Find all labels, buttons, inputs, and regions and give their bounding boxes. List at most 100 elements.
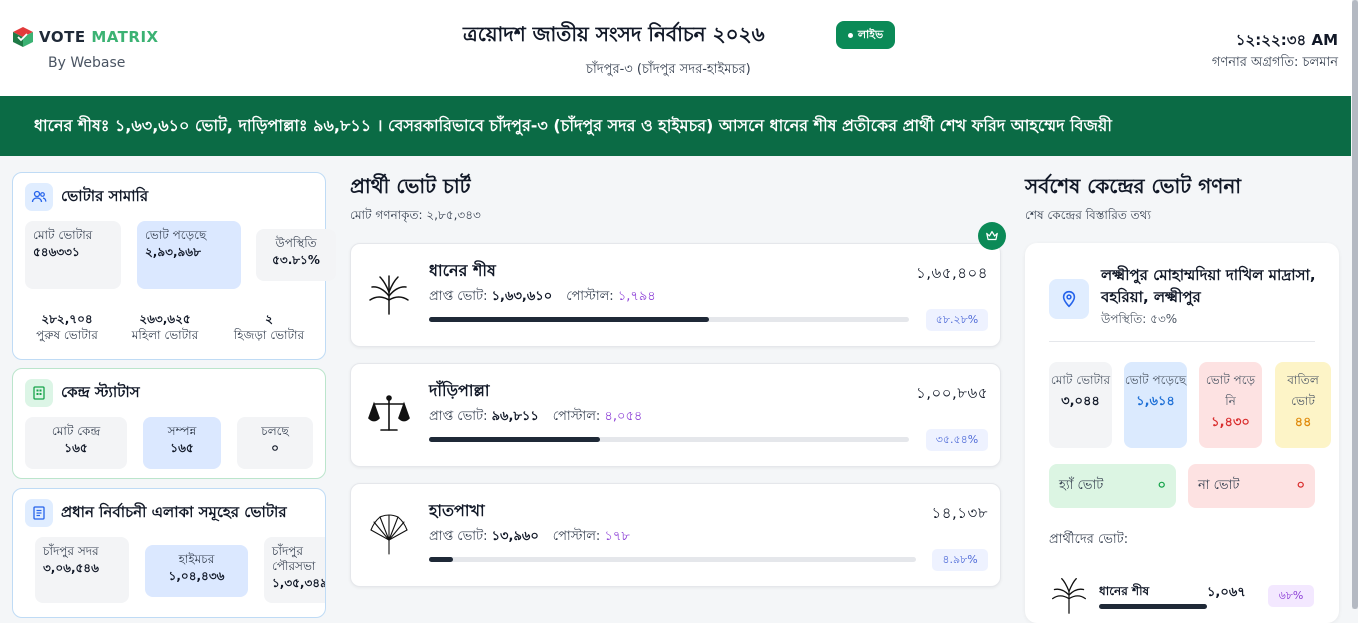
center-status-title: কেন্দ্র স্ট্যাটাস bbox=[61, 382, 140, 401]
banner-text: ধানের শীষঃ ১,৬৩,৬১০ ভোট, দাড়িপাল্লাঃ ৯৬… bbox=[34, 115, 1112, 135]
latest-center-subtitle: শেষ কেন্দ্রের বিস্তারিত তথ্য bbox=[1025, 208, 1151, 222]
postal-label: পোস্টাল: bbox=[552, 529, 601, 544]
voter-summary-title: ভোটার সামারি bbox=[61, 186, 149, 205]
candidate-total-votes: ১৪,১৩৮ bbox=[931, 504, 988, 522]
completed-centers-tile: সম্পন্ন ১৬৫ bbox=[143, 417, 221, 469]
center-not-cast-tile: ভোট পড়ে নি ১,৪৩০ bbox=[1199, 362, 1262, 448]
page-scrollbar[interactable] bbox=[1352, 0, 1358, 609]
vote-share-bar-fill bbox=[429, 317, 709, 322]
area-voters-title: প্রধান নির্বাচনী এলাকা সমূহের ভোটার bbox=[61, 502, 287, 521]
no-vote-box: না ভোট ০ bbox=[1188, 464, 1315, 508]
area-tile-haimchar: হাইমচর ১,০৪,৪৩৬ bbox=[145, 545, 248, 597]
received-label: প্রাপ্ত ভোট: bbox=[429, 529, 488, 544]
center-status-header: কেন্দ্র স্ট্যাটাস bbox=[25, 379, 140, 407]
center-attendance: উপস্থিতি: ৫৩% bbox=[1101, 312, 1178, 326]
logo-matrix-text: MATRIX bbox=[91, 28, 159, 46]
area-value: ৩,০৬,৫৪৬ bbox=[43, 561, 99, 575]
candidate-name: হাতপাখা bbox=[429, 501, 485, 520]
scrollbar-thumb[interactable] bbox=[1352, 0, 1358, 609]
divider bbox=[1049, 341, 1315, 342]
voter-summary-card: ভোটার সামারি মোট ভোটার ৫৪৬৩৩১ ভোট পড়েছে… bbox=[12, 172, 336, 360]
center-status-card: কেন্দ্র স্ট্যাটাস মোট কেন্দ্র ১৬৫ সম্পন্… bbox=[12, 368, 326, 479]
top-header: VOTE MATRIX By Webase ত্রয়োদশ জাতীয় সং… bbox=[0, 0, 1358, 96]
turnout-value: ৫৩.৮১% bbox=[272, 253, 320, 267]
area-tile-chandpur-pourashava: চাঁদপুর পৌরসভা ১,৩৫,৩৪৯ bbox=[264, 537, 325, 603]
total-centers-tile: মোট কেন্দ্র ১৬৫ bbox=[25, 417, 127, 469]
postal-votes: ১৭৮ bbox=[604, 529, 630, 544]
logo-text: VOTE MATRIX bbox=[39, 28, 159, 46]
result-ticker-banner: ধানের শীষঃ ১,৬৩,৬১০ ভোট, দাড়িপাল্লাঃ ৯৬… bbox=[0, 96, 1351, 156]
postal-votes: ৪,০৫৪ bbox=[604, 409, 643, 424]
candidate-card[interactable]: দাঁড়িপাল্লা ১,০০,৮৬৫ প্রাপ্ত ভোট: ৯৬,৮১১ প… bbox=[350, 363, 1001, 467]
received-label: প্রাপ্ত ভোট: bbox=[429, 289, 488, 304]
latest-candidate-bar bbox=[1099, 604, 1207, 609]
live-dot-icon bbox=[847, 32, 853, 38]
postal-votes: ১,৭৯৪ bbox=[617, 289, 656, 304]
completed-centers-value: ১৬৫ bbox=[170, 441, 194, 455]
received-votes: ১,৬৩,৬১০ bbox=[491, 289, 553, 304]
center-total-voters-tile: মোট ভোটার ৩,০৪৪ bbox=[1049, 362, 1112, 448]
candidate-vote-breakdown: প্রাপ্ত ভোট: ৯৬,৮১১ পোস্টাল: ৪,০৫৪ bbox=[429, 407, 642, 428]
hand-fan-icon bbox=[370, 514, 408, 555]
total-counted: মোট গণনাকৃত: ২,৮৫,৩৪৩ bbox=[350, 208, 481, 222]
vote-share-bar-fill bbox=[429, 437, 600, 442]
candidate-name: দাঁড়িপাল্লা bbox=[429, 381, 490, 400]
counting-progress: গণনার অগ্রগতি: চলমান bbox=[1211, 55, 1338, 70]
location-pin-icon bbox=[1049, 279, 1089, 319]
votes-cast-tile: ভোট পড়েছে ২,৯৩,৯৬৮ bbox=[137, 221, 241, 289]
logo[interactable]: VOTE MATRIX bbox=[12, 26, 159, 48]
yes-vote-label: হ্যাঁ ভোট bbox=[1059, 477, 1104, 493]
area-voters-card: প্রধান নির্বাচনী এলাকা সমূহের ভোটার চাঁদ… bbox=[12, 488, 326, 618]
vote-share-bar-track bbox=[429, 437, 909, 442]
ongoing-centers-value: ০ bbox=[271, 441, 279, 455]
candidate-total-votes: ১,০০,৮৬৫ bbox=[916, 384, 988, 402]
live-label: লাইভ bbox=[857, 27, 884, 41]
yes-vote-box: হ্যাঁ ভোট ০ bbox=[1049, 464, 1176, 508]
latest-candidate-pct: ৬৮% bbox=[1268, 585, 1314, 607]
logo-subtitle: By Webase bbox=[48, 55, 126, 71]
latest-center-card: লক্ষ্মীপুর মোহাম্মদিয়া দাখিল মাদ্রাসা, … bbox=[1025, 243, 1339, 623]
female-voters-stat: ২৬৩,৬২৫ মহিলা ভোটার bbox=[125, 311, 205, 343]
center-name: লক্ষ্মীপুর মোহাম্মদিয়া দাখিল মাদ্রাসা, … bbox=[1101, 266, 1316, 306]
votes-cast-label: ভোট পড়েছে bbox=[145, 228, 207, 242]
hijra-voters-value: ২ bbox=[265, 312, 273, 326]
hijra-voters-stat: ২ হিজড়া ভোটার bbox=[227, 311, 311, 343]
paddy-sheaf-icon bbox=[369, 275, 409, 315]
vote-share-pct: ৪.৯৮% bbox=[932, 549, 988, 571]
candidate-name: ধানের শীষ bbox=[429, 261, 496, 280]
candidate-card[interactable]: ধানের শীষ ১,৬৫,৪০৪ প্রাপ্ত ভোট: ১,৬৩,৬১০ পো… bbox=[350, 243, 1001, 347]
document-list-icon bbox=[25, 499, 53, 527]
candidate-card[interactable]: হাতপাখা ১৪,১৩৮ প্রাপ্ত ভোট: ১৩,৯৬০ পোস্টাল:… bbox=[350, 483, 1001, 587]
area-tile-chandpur-sadar: চাঁদপুর সদর ৩,০৬,৫৪৬ bbox=[35, 537, 129, 603]
hijra-voters-label: হিজড়া ভোটার bbox=[233, 328, 305, 343]
center-votes-cast-tile: ভোট পড়েছে ১,৬১৪ bbox=[1124, 362, 1187, 448]
center-invalid-tile: বাতিল ভোট ৪৪ bbox=[1275, 362, 1331, 448]
center-total-voters-value: ৩,০৪৪ bbox=[1061, 394, 1100, 409]
latest-center-title: সর্বশেষ কেন্দ্রের ভোট গণনা bbox=[1025, 174, 1242, 198]
live-badge: লাইভ bbox=[836, 21, 895, 49]
logo-cube-icon bbox=[13, 27, 33, 47]
voter-summary-header: ভোটার সামারি bbox=[25, 183, 148, 211]
turnout-tile: উপস্থিতি ৫৩.৮১% bbox=[256, 229, 336, 281]
scales-icon bbox=[368, 395, 410, 431]
turnout-label: উপস্থিতি bbox=[275, 236, 317, 250]
male-voters-label: পুরুষ ভোটার bbox=[36, 328, 98, 343]
male-voters-stat: ২৮২,৭০৪ পুরুষ ভোটার bbox=[27, 311, 107, 343]
vote-share-bar-fill bbox=[429, 557, 454, 562]
center-total-voters-label: মোট ভোটার bbox=[1050, 373, 1111, 387]
users-icon bbox=[25, 183, 53, 211]
crown-icon bbox=[978, 222, 1006, 250]
received-votes: ৯৬,৮১১ bbox=[491, 409, 539, 424]
total-voters-tile: মোট ভোটার ৫৪৬৩৩১ bbox=[25, 221, 121, 289]
completed-centers-label: সম্পন্ন bbox=[167, 424, 197, 438]
ongoing-centers-label: চলছে bbox=[261, 424, 289, 438]
area-label: চাঁদপুর পৌরসভা bbox=[272, 544, 316, 573]
building-icon bbox=[25, 379, 53, 407]
total-centers-value: ১৬৫ bbox=[64, 441, 88, 455]
votes-cast-value: ২,৯৩,৯৬৮ bbox=[145, 245, 201, 259]
center-votes-cast-label: ভোট পড়েছে bbox=[1124, 373, 1187, 387]
female-voters-label: মহিলা ভোটার bbox=[131, 328, 199, 343]
yes-vote-value: ০ bbox=[1157, 477, 1166, 493]
candidates-votes-label: প্রার্থীদের ভোট: bbox=[1049, 532, 1129, 547]
received-votes: ১৩,৯৬০ bbox=[491, 529, 539, 544]
